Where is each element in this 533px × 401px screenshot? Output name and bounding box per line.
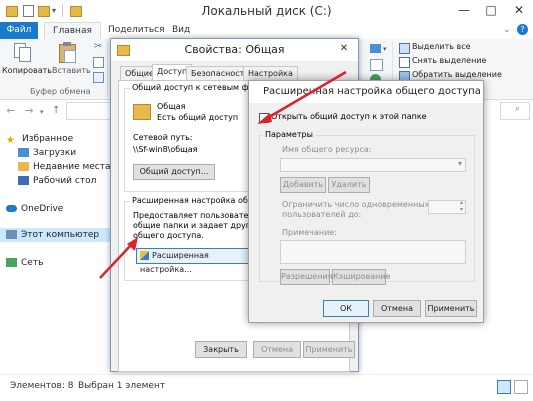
red-arrow-to-checkbox [257, 70, 347, 124]
annotation-arrows [99, 70, 347, 279]
red-arrow-to-advanced-button [99, 237, 138, 279]
